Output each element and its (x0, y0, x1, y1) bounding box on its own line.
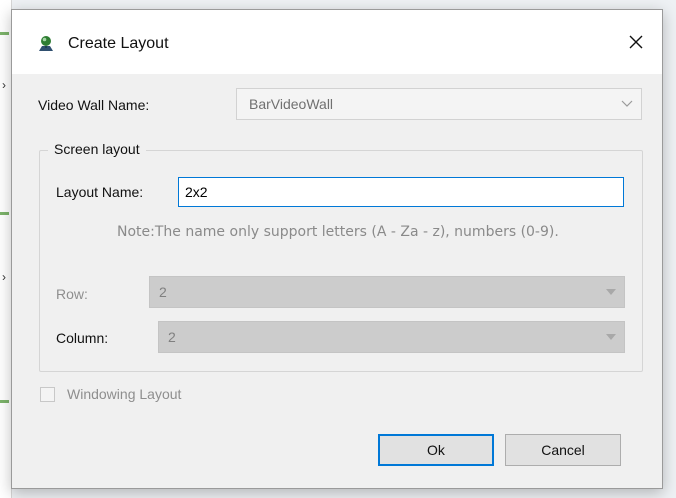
background-marker (0, 400, 9, 403)
video-wall-name-label: Video Wall Name: (38, 97, 150, 113)
row-select[interactable]: 2 (149, 276, 625, 308)
background-marker (0, 212, 9, 215)
row-value: 2 (159, 284, 167, 300)
create-layout-dialog: Create Layout Video Wall Name: BarVideoW… (11, 9, 663, 489)
create-layout-icon (39, 36, 53, 51)
background-marker (0, 32, 9, 35)
chevron-down-icon (606, 334, 616, 340)
ok-button-label: Ok (427, 442, 445, 458)
video-wall-name-value: BarVideoWall (249, 96, 334, 112)
layout-name-input[interactable] (178, 177, 624, 207)
chevron-down-icon (621, 100, 633, 107)
ok-button[interactable]: Ok (378, 434, 494, 466)
close-button[interactable] (622, 28, 650, 56)
close-icon (629, 35, 643, 49)
background-arrow-icon: › (2, 270, 6, 284)
column-label: Column: (56, 330, 109, 346)
screen-layout-group-title: Screen layout (48, 141, 146, 157)
layout-name-label: Layout Name: (56, 184, 144, 200)
background-arrow-icon: › (2, 78, 6, 92)
windowing-layout-label: Windowing Layout (67, 386, 182, 402)
layout-name-note: Note:The name only support letters (A - … (117, 224, 559, 240)
cancel-button[interactable]: Cancel (505, 434, 621, 466)
chevron-down-icon (606, 289, 616, 295)
dialog-title: Create Layout (68, 35, 169, 52)
column-value: 2 (168, 329, 176, 345)
row-label: Row: (56, 286, 88, 302)
cancel-button-label: Cancel (541, 442, 585, 458)
dialog-titlebar[interactable]: Create Layout (12, 10, 662, 74)
video-wall-name-select[interactable]: BarVideoWall (236, 88, 642, 120)
windowing-layout-checkbox[interactable] (40, 387, 55, 402)
column-select[interactable]: 2 (158, 321, 625, 353)
